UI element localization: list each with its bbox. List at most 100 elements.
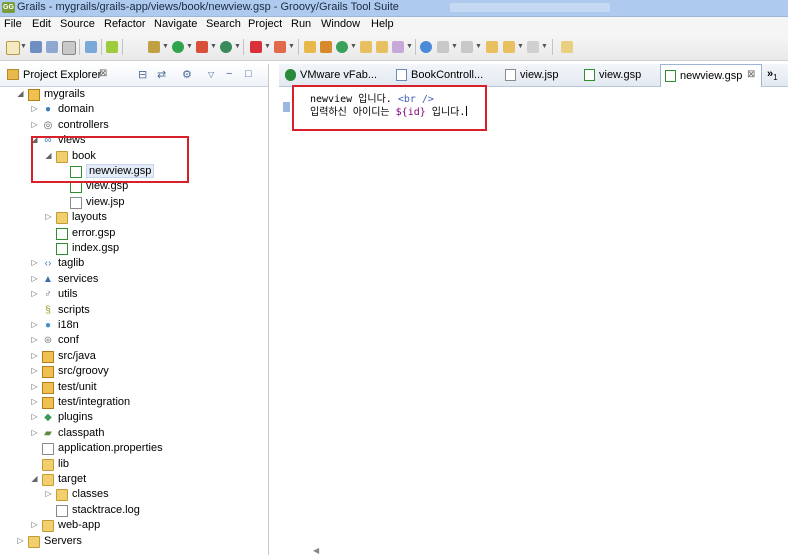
filter-icon[interactable]: ⚙ [182,68,192,81]
editor-tab[interactable]: newview.gsp ⊠ [660,64,762,87]
debug-config-icon[interactable] [148,41,160,53]
deploy-dropdown-icon[interactable]: ▼ [288,43,295,50]
tree-item-label: classpath [58,426,105,439]
tree-item-label: scripts [58,303,90,316]
collapsed-arrow-icon[interactable]: ▷ [30,274,39,283]
expanded-arrow-icon[interactable]: ◢ [30,474,39,483]
menu-search[interactable]: Search [206,18,241,30]
collapsed-arrow-icon[interactable]: ▷ [30,428,39,437]
stop-dropdown-icon[interactable]: ▼ [264,43,271,50]
close-icon[interactable]: ⊠ [747,69,755,80]
stop-icon[interactable] [250,41,262,53]
collapsed-arrow-icon[interactable]: ▷ [30,335,39,344]
minimize-icon[interactable]: − [226,68,232,80]
annotation-prev-icon[interactable] [461,41,473,53]
external-tools-dropdown-icon[interactable]: ▼ [210,43,217,50]
new-dropdown-icon[interactable]: ▼ [20,43,27,50]
server-dropdown-icon[interactable]: ▼ [234,43,241,50]
collapsed-arrow-icon[interactable]: ▷ [30,320,39,329]
project-explorer-tab[interactable]: Project Explorer [23,69,101,81]
more-tabs-button[interactable]: »1 [767,68,778,82]
menu-help[interactable]: Help [371,18,394,30]
collapsed-arrow-icon[interactable]: ▷ [30,366,39,375]
tree-item-label: plugins [58,411,93,424]
collapsed-arrow-icon[interactable]: ▷ [30,351,39,360]
title-bar-blur [450,3,610,12]
run-dropdown-icon[interactable]: ▼ [186,43,193,50]
code-editor[interactable] [279,87,788,555]
collapsed-arrow-icon[interactable]: ▷ [30,397,39,406]
collapsed-arrow-icon[interactable]: ▷ [16,536,25,545]
collapsed-arrow-icon[interactable]: ▷ [30,120,39,129]
menu-edit[interactable]: Edit [32,18,51,30]
new-package-icon[interactable] [320,41,332,53]
domain-icon: ● [44,104,52,116]
editor-tab[interactable]: BookControll... [392,64,488,86]
skip-breakpoints-icon[interactable] [85,41,97,53]
collapsed-arrow-icon[interactable]: ▷ [30,520,39,529]
open-type-icon[interactable] [360,41,372,53]
properties-file-icon [42,443,54,456]
back-dropdown-icon[interactable]: ▼ [517,43,524,50]
editor-tab[interactable]: VMware vFab... [281,64,377,86]
pin-editor-icon[interactable] [561,41,573,53]
collapsed-arrow-icon[interactable]: ▷ [30,258,39,267]
run-icon[interactable] [172,41,184,53]
collapsed-arrow-icon[interactable]: ▷ [30,412,39,421]
deploy-icon[interactable] [274,41,286,53]
toolbar-separator [298,39,299,55]
menu-source[interactable]: Source [60,18,95,30]
tree-item-label: conf [58,334,79,347]
annotation-next-icon[interactable] [437,41,449,53]
menu-navigate[interactable]: Navigate [154,18,197,30]
new-project-icon[interactable] [304,41,316,53]
toolbar-separator [122,39,123,55]
print-icon[interactable] [62,41,76,55]
new-icon[interactable] [6,41,20,55]
maximize-icon[interactable]: □ [245,68,252,80]
new-class-dropdown-icon[interactable]: ▼ [350,43,357,50]
link-editor-icon[interactable]: ⇄ [157,68,166,81]
collapsed-arrow-icon[interactable]: ▷ [30,289,39,298]
editor-tab-label: view.gsp [599,69,642,81]
jsp-file-icon [70,196,82,209]
editor-tab[interactable]: view.gsp [580,64,656,86]
save-icon[interactable] [30,41,42,53]
back-icon[interactable] [503,41,515,53]
collapsed-arrow-icon[interactable]: ▷ [44,212,53,221]
menu-window[interactable]: Window [321,18,360,30]
save-all-icon[interactable] [46,41,58,53]
server-icon[interactable] [220,41,232,53]
menu-refactor[interactable]: Refactor [104,18,146,30]
forward-icon[interactable] [527,41,539,53]
expanded-arrow-icon[interactable]: ◢ [16,89,25,98]
last-edit-icon[interactable] [486,41,498,53]
collapsed-arrow-icon[interactable]: ▷ [30,382,39,391]
menu-run[interactable]: Run [291,18,311,30]
editor-tab[interactable]: view.jsp [501,64,577,86]
search-dropdown-icon[interactable]: ▼ [406,43,413,50]
gsp-file-icon [70,181,82,194]
open-resource-icon[interactable] [376,41,388,53]
annotation-dropdown-icon[interactable]: ▼ [451,43,458,50]
project-explorer-icon [7,69,19,80]
view-menu-icon[interactable]: ▽ [208,70,214,79]
grails-command-icon[interactable] [106,41,118,53]
search-tool-icon[interactable] [392,41,404,53]
editor-tab-label: newview.gsp [680,70,743,82]
external-tools-icon[interactable] [196,41,208,53]
close-icon[interactable]: ⊠ [99,68,107,79]
debug-dropdown-icon[interactable]: ▼ [162,43,169,50]
browser-icon[interactable] [420,41,432,53]
annotation-prev-dropdown-icon[interactable]: ▼ [475,43,482,50]
main-toolbar: ▼ ▼ ▼ ▼ ▼ ▼ ▼ ▼ ▼ ▼ ▼ ▼ ▼ [0,34,788,61]
horizontal-scroll-arrow-icon[interactable]: ◀ [313,546,319,555]
collapsed-arrow-icon[interactable]: ▷ [44,489,53,498]
highlight-box-code [292,85,487,131]
menu-project[interactable]: Project [248,18,282,30]
forward-dropdown-icon[interactable]: ▼ [541,43,548,50]
collapsed-arrow-icon[interactable]: ▷ [30,104,39,113]
new-class-icon[interactable] [336,41,348,53]
collapse-all-icon[interactable]: ⊟ [138,68,147,81]
menu-file[interactable]: File [4,18,22,30]
